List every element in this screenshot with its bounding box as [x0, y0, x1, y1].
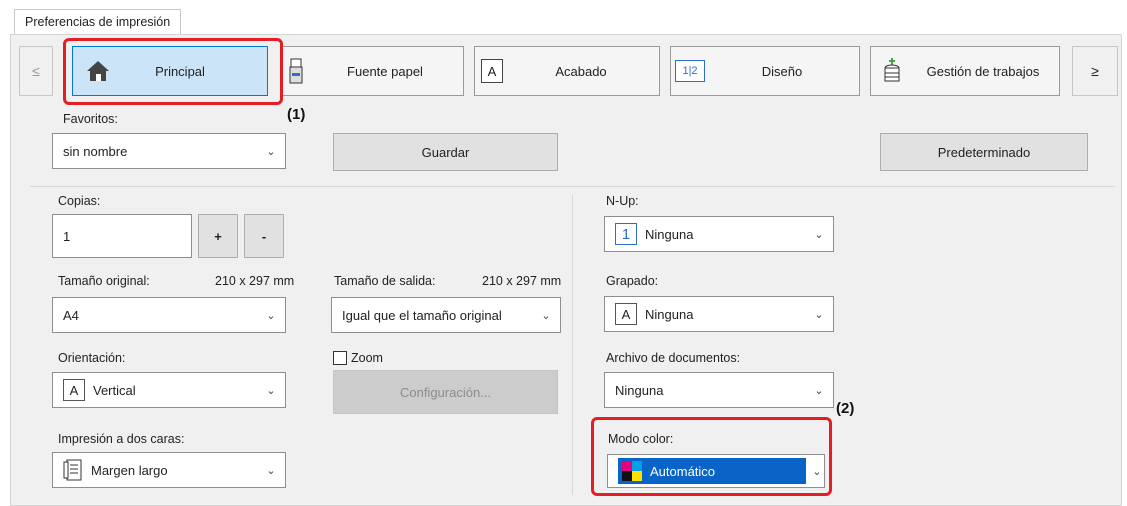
window-title-tab[interactable]: Preferencias de impresión: [14, 9, 182, 34]
callout-2: (2): [836, 400, 855, 417]
tab-fuente-papel[interactable]: Fuente papel: [282, 46, 464, 96]
nup-icon: 1: [615, 223, 637, 245]
nup-value: Ninguna: [645, 226, 694, 242]
copias-label: Copias:: [58, 194, 101, 208]
portrait-icon: A: [63, 379, 85, 401]
favoritos-value: sin nombre: [63, 143, 128, 159]
increment-button[interactable]: +: [198, 214, 238, 258]
copias-value: 1: [63, 228, 71, 244]
modo-color-label: Modo color:: [608, 432, 674, 446]
decrement-button[interactable]: -: [244, 214, 284, 258]
favoritos-select[interactable]: sin nombre ⌄: [52, 133, 286, 169]
archivo-select[interactable]: Ninguna ⌄: [604, 372, 834, 408]
duplex-icon: [63, 459, 83, 481]
nav-next-icon: ≥: [1091, 63, 1099, 79]
tab-diseno[interactable]: 1|2 Diseño: [670, 46, 860, 96]
chevron-down-icon: ⌄: [814, 308, 824, 321]
chevron-down-icon: ⌄: [266, 309, 276, 322]
chevron-down-icon: ⌄: [814, 384, 824, 397]
section-divider: [30, 186, 1115, 187]
finishing-icon: A: [481, 59, 503, 83]
tab-acabado-label: Acabado: [555, 63, 607, 79]
tamano-salida-value: Igual que el tamaño original: [342, 307, 502, 323]
nav-prev-button[interactable]: ≤: [19, 46, 53, 96]
modo-color-value: Automático: [650, 463, 716, 479]
tab-acabado[interactable]: A Acabado: [474, 46, 660, 96]
modo-color-selected: Automático: [618, 458, 806, 484]
tab-fuente-papel-label: Fuente papel: [347, 63, 423, 79]
chevron-down-icon: ⌄: [814, 228, 824, 241]
orientacion-label: Orientación:: [58, 351, 126, 365]
tamano-salida-label: Tamaño de salida:: [334, 274, 436, 288]
chevron-down-icon: ⌄: [541, 309, 551, 322]
orientacion-value: Vertical: [93, 382, 136, 398]
predeterminado-button[interactable]: Predeterminado: [880, 133, 1088, 171]
job-management-icon: [877, 57, 907, 85]
tab-gestion-trabajos-label: Gestión de trabajos: [926, 63, 1040, 79]
configuracion-button: Configuración...: [333, 370, 558, 414]
grapado-value: Ninguna: [645, 306, 694, 322]
column-divider: [572, 195, 573, 495]
nav-next-button[interactable]: ≥: [1072, 46, 1118, 96]
copias-input[interactable]: 1: [52, 214, 192, 258]
nup-label: N-Up:: [606, 194, 639, 208]
orientacion-select[interactable]: A Vertical ⌄: [52, 372, 286, 408]
layout-icon: 1|2: [675, 60, 705, 82]
tamano-salida-size: 210 x 297 mm: [482, 274, 562, 288]
tamano-salida-select[interactable]: Igual que el tamaño original ⌄: [331, 297, 561, 333]
callout-1: (1): [287, 106, 306, 123]
tab-gestion-trabajos[interactable]: Gestión de trabajos: [870, 46, 1060, 96]
color-mode-icon: [622, 461, 642, 481]
nav-prev-icon: ≤: [32, 63, 40, 79]
dos-caras-label: Impresión a dos caras:: [58, 432, 185, 446]
grapado-label: Grapado:: [606, 274, 659, 288]
tamano-original-value: A4: [63, 307, 79, 323]
tamano-original-label: Tamaño original:: [58, 274, 150, 288]
highlight-principal: [63, 38, 283, 105]
paper-source-icon: [285, 58, 307, 84]
chevron-down-icon: ⌄: [266, 464, 276, 477]
chevron-down-icon: ⌄: [266, 145, 276, 158]
dos-caras-value: Margen largo: [91, 462, 168, 478]
zoom-checkbox[interactable]: [333, 351, 347, 365]
tamano-original-size: 210 x 297 mm: [215, 274, 295, 288]
grapado-select[interactable]: A Ninguna ⌄: [604, 296, 834, 332]
guardar-button[interactable]: Guardar: [333, 133, 558, 171]
favoritos-label: Favoritos:: [63, 112, 118, 126]
chevron-down-icon: ⌄: [266, 384, 276, 397]
tab-diseno-label: Diseño: [761, 63, 803, 79]
staple-icon: A: [615, 303, 637, 325]
archivo-value: Ninguna: [615, 382, 664, 398]
dos-caras-select[interactable]: Margen largo ⌄: [52, 452, 286, 488]
tamano-original-select[interactable]: A4 ⌄: [52, 297, 286, 333]
nup-select[interactable]: 1 Ninguna ⌄: [604, 216, 834, 252]
archivo-label: Archivo de documentos:: [606, 351, 741, 365]
modo-color-select[interactable]: Automático ⌄: [607, 454, 825, 488]
zoom-label: Zoom: [351, 351, 383, 365]
chevron-down-icon: ⌄: [812, 465, 822, 478]
